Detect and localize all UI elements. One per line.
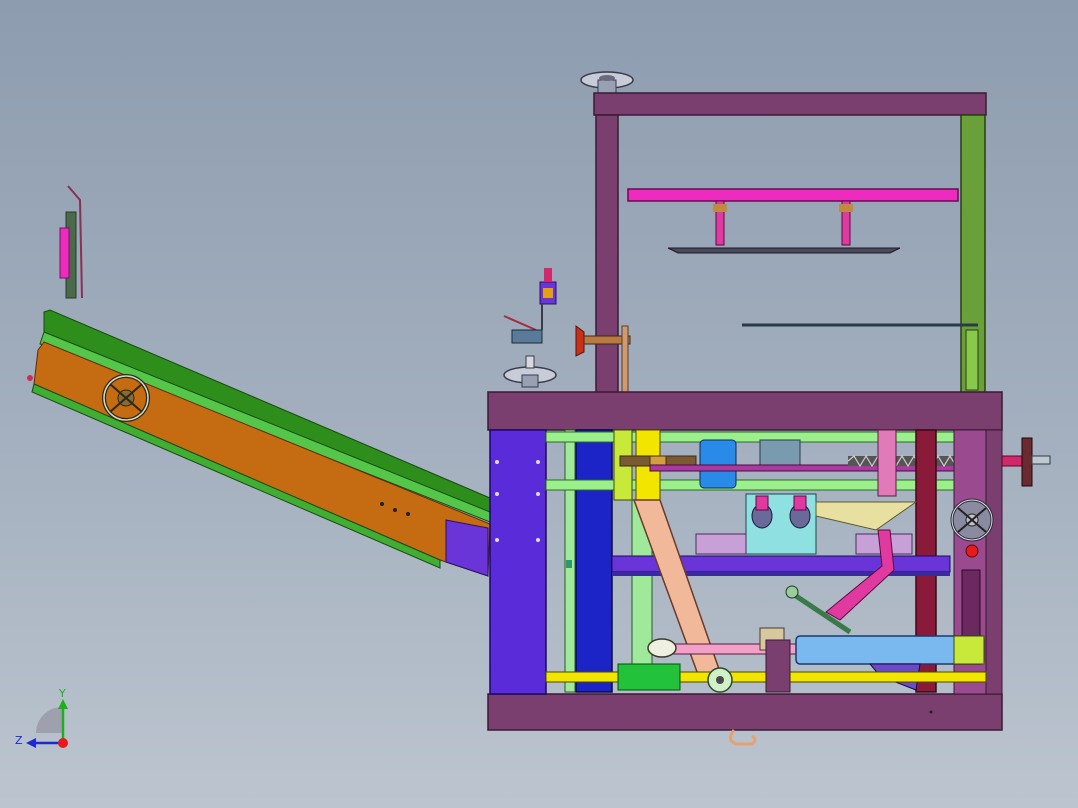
upper-frame[interactable] — [503, 71, 987, 396]
green-box — [617, 663, 681, 691]
suction-nut — [839, 204, 853, 212]
bolt — [393, 508, 397, 512]
lower-support — [765, 639, 791, 693]
left-column — [595, 114, 619, 396]
suction-nut — [713, 204, 727, 212]
conveyor-end-plate — [445, 519, 489, 577]
sensor-cap — [544, 268, 552, 282]
z-axis-label: Z — [15, 734, 23, 747]
small-sensor — [566, 560, 572, 568]
inclined-conveyor[interactable] — [27, 185, 491, 577]
rod-end — [647, 638, 677, 658]
main-cabinet[interactable] — [487, 391, 1051, 746]
cup-post — [621, 325, 629, 393]
bolt — [406, 512, 410, 516]
coordinate-triad-icon: Y Z — [15, 687, 68, 748]
right-slide — [961, 569, 981, 641]
wedge-plate — [815, 501, 918, 531]
conveyor-pink-bracket — [59, 227, 70, 279]
handwheel-icon[interactable] — [580, 71, 634, 95]
suction-cup — [575, 325, 585, 357]
y-axis-label: Y — [58, 687, 66, 700]
handwheel-icon[interactable] — [503, 355, 557, 388]
handwheel-icon[interactable] — [950, 498, 994, 542]
valve-block — [759, 439, 801, 469]
cad-viewport[interactable]: Y Z — [0, 0, 1078, 808]
conveyor-belt-edge — [39, 331, 491, 523]
cabinet-top-plate — [487, 391, 1003, 431]
conveyor-side-frame — [33, 341, 491, 577]
cabinet-bottom-plate — [487, 693, 1003, 731]
left-side-panel — [489, 429, 547, 695]
pink-column — [877, 429, 897, 497]
sensor-block — [511, 329, 543, 344]
cylinder-blue — [699, 439, 737, 489]
sensor-arm — [503, 315, 537, 331]
inner-column — [575, 429, 613, 693]
spring — [847, 454, 972, 468]
top-beam — [593, 92, 987, 116]
suction-carriage — [627, 188, 959, 202]
right-column-slot — [965, 329, 979, 391]
suction-plate — [667, 247, 901, 254]
adjust-knob-icon[interactable] — [1001, 437, 1051, 487]
bolt — [380, 502, 384, 506]
conveyor-end-knob — [27, 375, 33, 381]
right-end-panel — [985, 429, 1003, 695]
cylinder-cap — [953, 635, 985, 665]
machine-model[interactable] — [0, 0, 1078, 808]
red-indicator — [965, 544, 979, 558]
base-block-left — [695, 533, 747, 555]
bottom-hook — [729, 729, 757, 746]
sensor-head — [543, 288, 553, 298]
